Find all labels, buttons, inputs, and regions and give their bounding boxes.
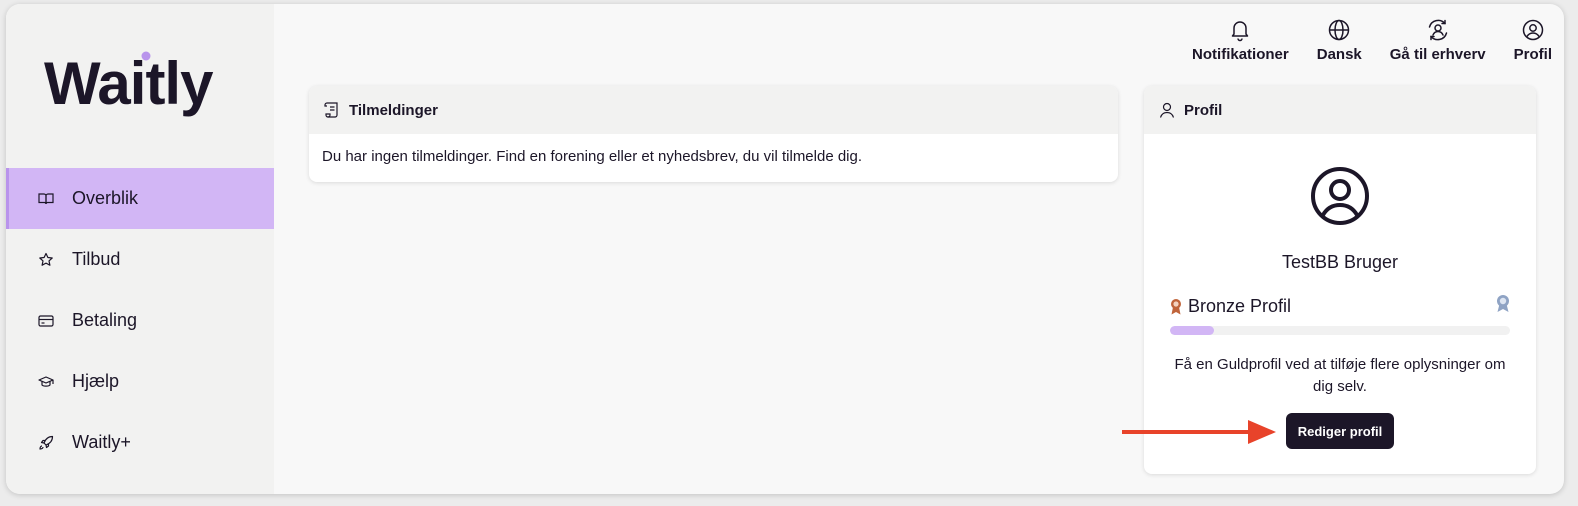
tier-label: Bronze Profil [1188,296,1292,316]
book-icon [38,191,54,207]
sidebar: Waitly Overblik Tilbud Betaling Hjælp Wa… [6,4,274,494]
switch-user-icon [1428,19,1447,41]
bell-icon [1232,21,1249,42]
profile-progress-fill [1170,326,1215,335]
notifications-button[interactable]: Notifikationer [1192,18,1289,63]
sidebar-item-label: Waitly+ [72,432,131,452]
subscriptions-header: Tilmeldinger [309,86,1118,134]
rocket-icon [38,435,54,451]
profile-hint: Få en Guldprofil ved at tilføje flere op… [1174,356,1506,395]
annotation-arrow [1122,420,1276,444]
waitly-logo[interactable]: Waitly [44,46,244,124]
sidebar-item-hjaelp[interactable]: Hjælp [6,351,274,412]
subscriptions-title: Tilmeldinger [349,101,438,119]
profile-card: Profil TestBB Bruger Bronze Profil Få en… [1144,86,1536,474]
silver-badge-icon [1497,295,1509,312]
language-button[interactable]: Dansk [1317,18,1362,63]
sidebar-item-label: Tilbud [72,249,121,269]
tier-label-group: Bronze Profil [1170,296,1291,317]
sidebar-item-tilbud[interactable]: Tilbud [6,229,274,290]
profile-header: Profil [1144,86,1536,134]
profile-button[interactable]: Profil [1514,18,1552,63]
user-icon [1159,102,1175,118]
globe-icon [1329,19,1350,41]
language-label: Dansk [1316,46,1362,63]
svg-text:Waitly: Waitly [44,50,214,117]
user-circle-icon [1522,19,1544,41]
profile-label: Profil [1513,46,1552,63]
sidebar-item-overblik[interactable]: Overblik [6,168,274,229]
sidebar-item-label: Overblik [72,188,139,208]
avatar [1311,167,1369,225]
notifications-label: Notifikationer [1192,46,1289,63]
subscriptions-body: Du har ingen tilmeldinger. Find en foren… [309,134,1118,179]
profile-progress-bar [1170,326,1510,335]
next-tier [1496,294,1510,319]
sidebar-nav: Overblik Tilbud Betaling Hjælp Waitly+ [6,168,274,473]
sidebar-item-betaling[interactable]: Betaling [6,290,274,351]
subscriptions-empty-text: Du har ingen tilmeldinger. Find en foren… [322,148,863,165]
sidebar-item-label: Hjælp [72,371,120,391]
app-window: Waitly Overblik Tilbud Betaling Hjælp Wa… [6,4,1564,494]
card-icon [38,313,54,329]
sidebar-item-label: Betaling [72,310,138,330]
star-icon [38,252,54,268]
subscriptions-card: Tilmeldinger Du har ingen tilmeldinger. … [309,86,1118,182]
user-name: TestBB Bruger [1281,252,1399,272]
bronze-badge-icon [1171,298,1181,314]
top-nav: Notifikationer Dansk Gå til erhverv Prof… [1178,18,1564,68]
business-label: Gå til erhverv [1389,46,1486,63]
graduation-cap-icon [38,374,54,390]
sidebar-item-waitly-plus[interactable]: Waitly+ [6,412,274,473]
business-switch-button[interactable]: Gå til erhverv [1390,18,1486,63]
scroll-icon [324,102,338,118]
edit-profile-button[interactable]: Rediger profil [1286,413,1394,449]
tier-row: Bronze Profil [1170,294,1510,319]
profile-title: Profil [1184,101,1223,119]
